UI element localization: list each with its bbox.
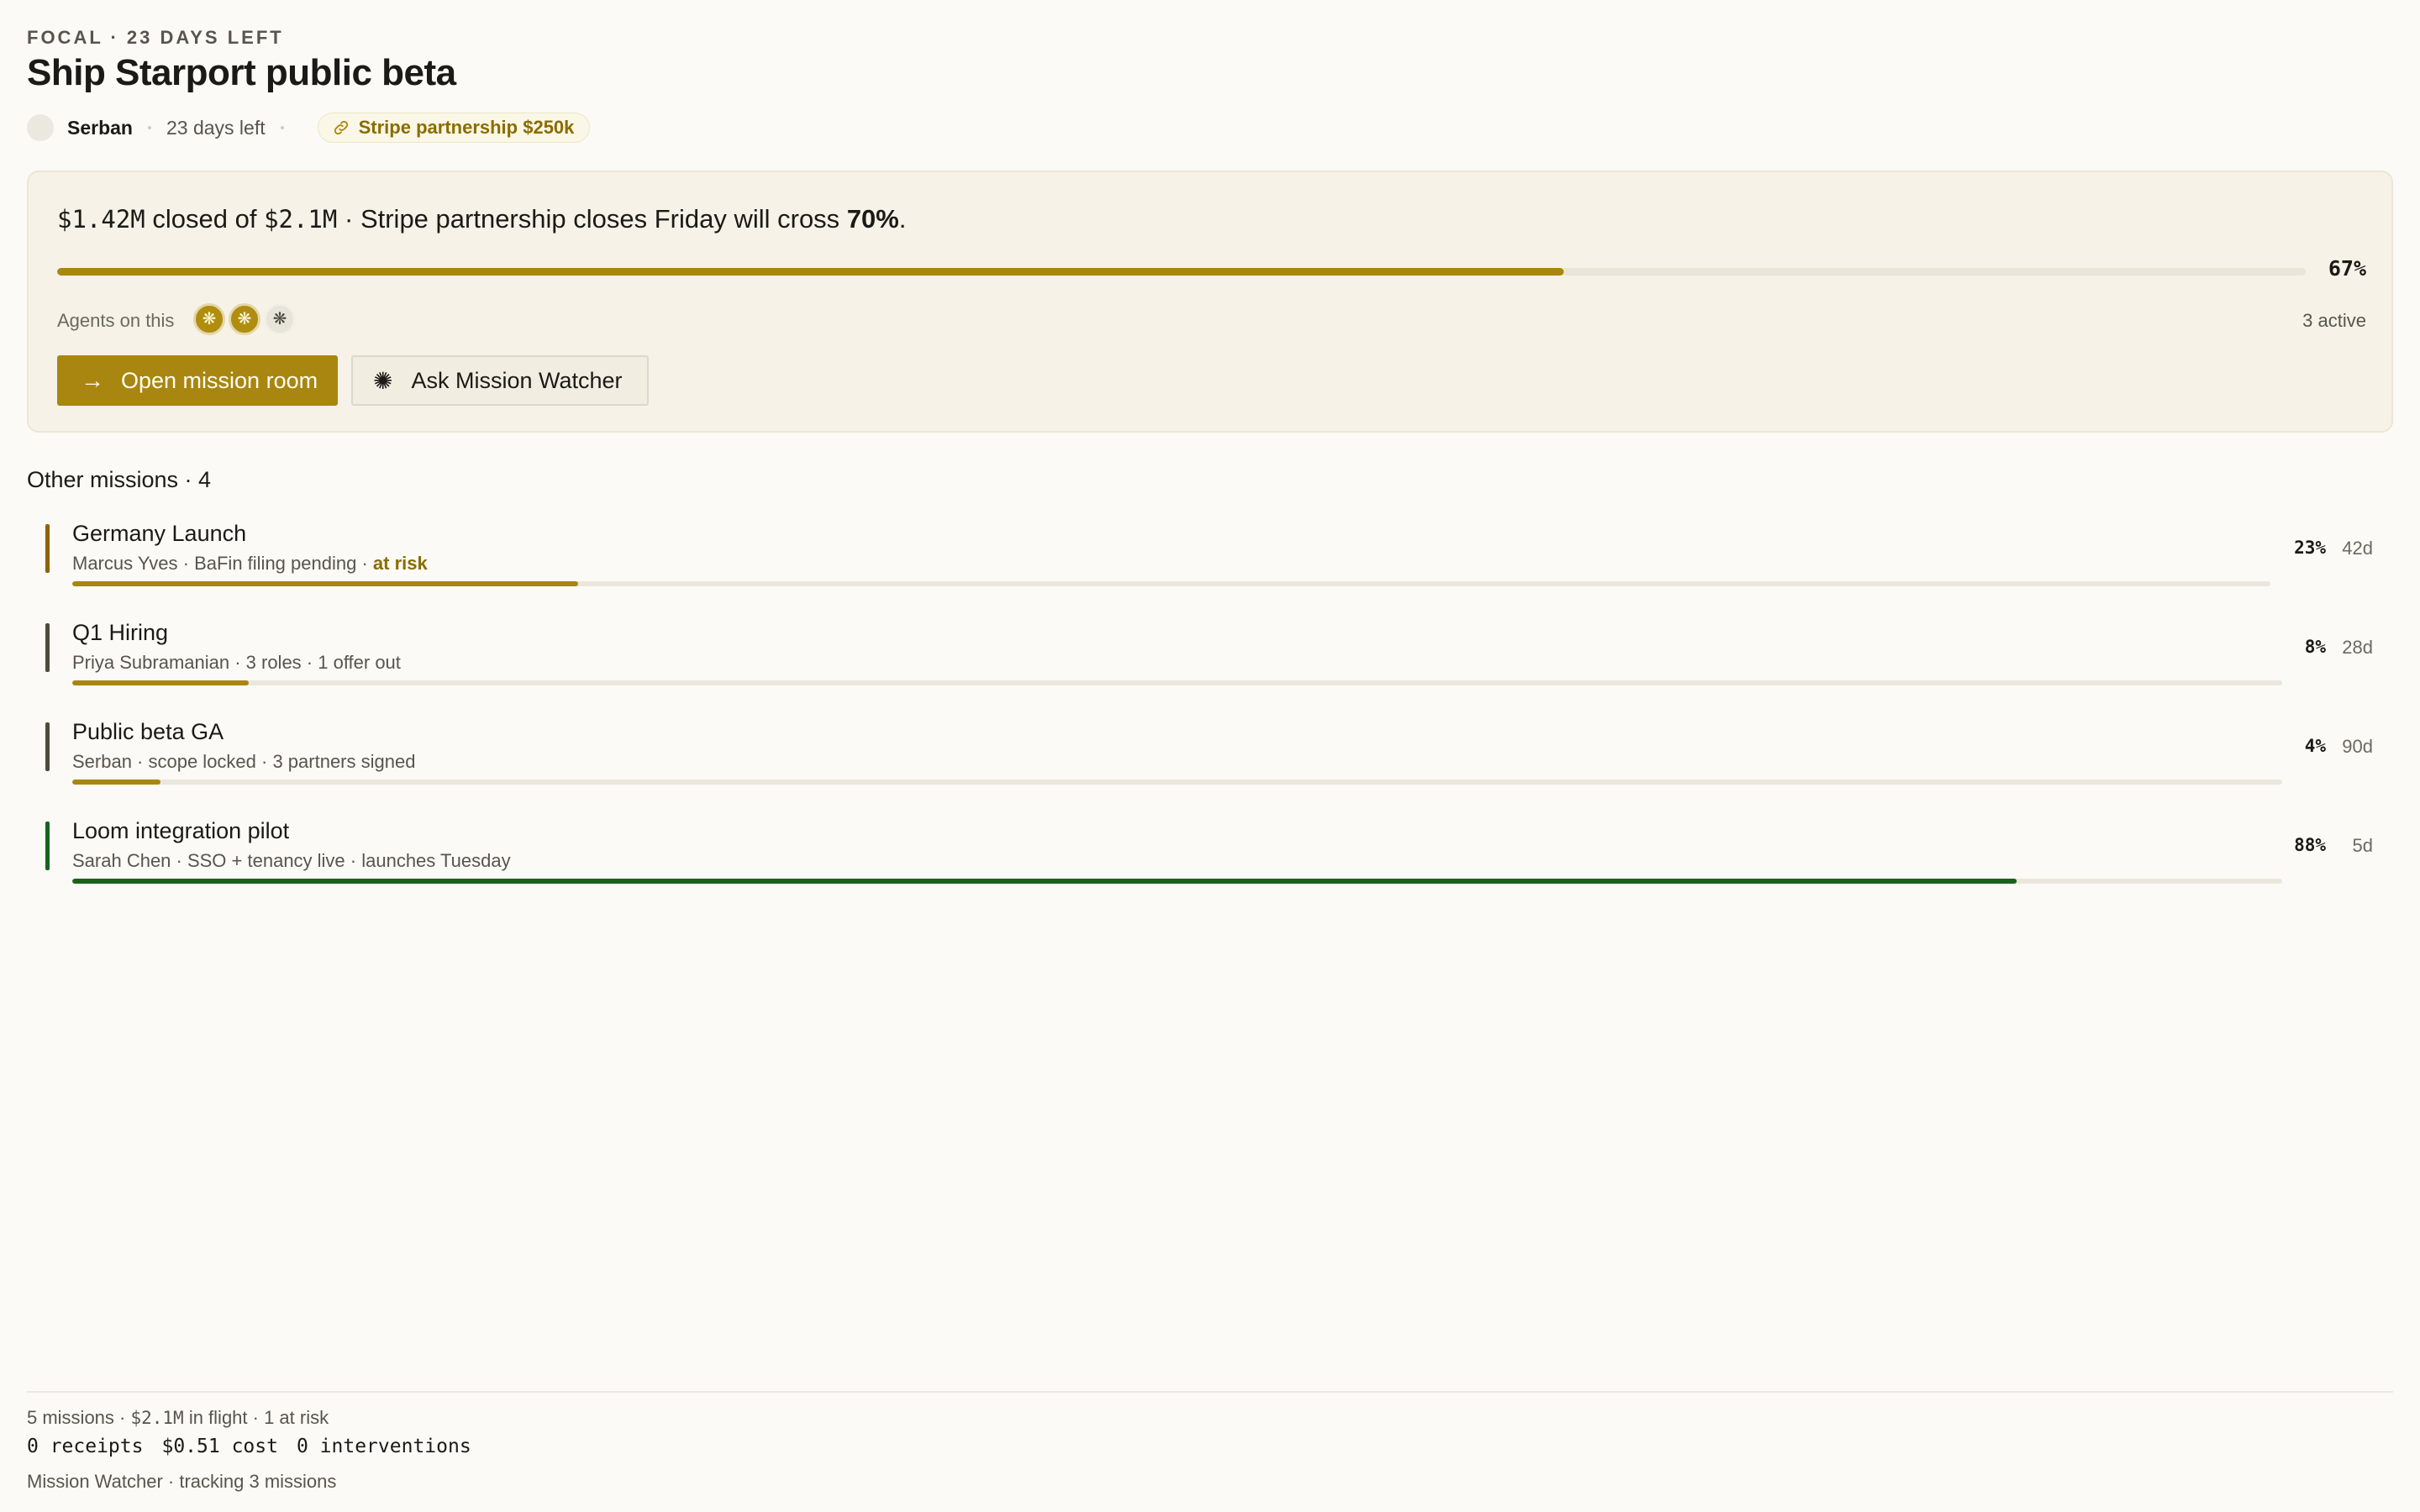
focal-progress-bar <box>57 268 2306 276</box>
receipts-count: 0 receipts <box>27 1436 144 1457</box>
arrow-right-icon: → <box>81 367 104 393</box>
agents-label: Agents on this <box>57 310 175 331</box>
target-amount: $2.1M <box>264 205 338 234</box>
meta-separator <box>280 126 284 129</box>
flower-icon: ❋ <box>272 310 287 328</box>
focal-progress-fill <box>57 268 1564 276</box>
focal-mission-card: $1.42M closed of $2.1M · Stripe partners… <box>27 171 2393 433</box>
mission-progress-fill <box>72 581 578 586</box>
other-missions-heading: Other missions · 4 <box>27 467 212 492</box>
mission-progress-bar <box>72 780 2282 785</box>
ask-mission-watcher-button[interactable]: ✺ Ask Mission Watcher <box>351 355 649 406</box>
mission-status-stripe <box>45 722 50 771</box>
footer-inflight-value: $2.1M <box>130 1408 184 1428</box>
mission-name: Q1 Hiring <box>72 620 169 645</box>
mission-subtitle: Priya Subramanian · 3 roles · 1 offer ou… <box>72 652 401 674</box>
closed-amount: $1.42M <box>57 205 145 234</box>
mission-progress-percent: 8% <box>2304 637 2326 657</box>
summary-end: . <box>898 204 907 234</box>
focal-summary: $1.42M closed of $2.1M · Stripe partners… <box>57 204 906 234</box>
footer-inflight-rest: in flight · 1 at risk <box>183 1407 329 1428</box>
meta-separator <box>147 126 151 129</box>
agent-avatar-2[interactable]: ❋ <box>229 303 260 335</box>
mission-progress-bar <box>72 680 2282 685</box>
mission-progress-percent: 4% <box>2304 736 2326 756</box>
mission-days-left: 90d <box>2342 736 2373 757</box>
avatar[interactable] <box>27 114 54 141</box>
mission-progress-percent: 88% <box>2294 835 2326 855</box>
mission-row[interactable]: Loom integration pilot Sarah Chen · SSO … <box>45 818 2373 884</box>
page-title: Ship Starport public beta <box>27 52 456 93</box>
agent-avatar-1[interactable]: ❋ <box>193 303 225 335</box>
active-agents-count: 3 active <box>2302 310 2366 331</box>
mission-days-left: 5d <box>2352 835 2373 856</box>
open-mission-room-label: Open mission room <box>121 367 318 393</box>
mission-subtitle: Sarah Chen · SSO + tenancy live · launch… <box>72 850 511 872</box>
link-icon <box>334 120 348 135</box>
mission-subtitle-text: Marcus Yves · BaFin filing pending · <box>72 553 373 574</box>
mission-subtitle-text: Sarah Chen · SSO + tenancy live · launch… <box>72 850 511 871</box>
mission-progress-bar <box>72 879 2282 884</box>
summary-cross: 70% <box>846 204 899 234</box>
mission-status-stripe <box>45 623 50 672</box>
mission-days-left: 42d <box>2342 538 2373 559</box>
agent-avatar-3[interactable]: ❋ <box>264 303 296 335</box>
mission-progress-bar <box>72 581 2270 586</box>
mission-days-left: 28d <box>2342 637 2373 658</box>
mission-progress-fill <box>72 879 2018 884</box>
agent-avatars: ❋ ❋ ❋ <box>193 303 296 335</box>
mission-watcher-status: Mission Watcher · tracking 3 missions <box>27 1471 337 1492</box>
mission-subtitle-text: Priya Subramanian · 3 roles · 1 offer ou… <box>72 652 401 673</box>
mission-row[interactable]: Germany Launch Marcus Yves · BaFin filin… <box>45 521 2373 586</box>
mission-name: Loom integration pilot <box>72 818 290 843</box>
owner-name[interactable]: Serban <box>67 117 133 139</box>
mission-subtitle: Marcus Yves · BaFin filing pending · at … <box>72 553 428 575</box>
focal-meta: Serban 23 days left Stripe partnership $… <box>27 113 591 143</box>
footer-divider <box>27 1391 2393 1393</box>
mission-status-stripe <box>45 524 50 573</box>
mission-progress-fill <box>72 680 250 685</box>
flower-icon: ✺ <box>373 367 393 394</box>
mission-progress-fill <box>72 780 161 785</box>
mission-subtitle-text: Serban · scope locked · 3 partners signe… <box>72 751 416 772</box>
mission-row[interactable]: Public beta GA Serban · scope locked · 3… <box>45 719 2373 785</box>
flower-icon: ❋ <box>202 310 217 328</box>
linked-deal-label: Stripe partnership $250k <box>358 117 575 138</box>
days-left: 23 days left <box>166 116 266 139</box>
open-mission-room-button[interactable]: → Open mission room <box>57 355 338 406</box>
summary-note: · Stripe partnership closes Friday will … <box>337 204 847 234</box>
mission-name: Germany Launch <box>72 521 247 546</box>
mission-subtitle: Serban · scope locked · 3 partners signe… <box>72 751 415 773</box>
mission-row[interactable]: Q1 Hiring Priya Subramanian · 3 roles · … <box>45 620 2373 685</box>
at-risk-badge: at risk <box>372 553 428 574</box>
focal-eyebrow: FOCAL · 23 DAYS LEFT <box>27 27 284 48</box>
interventions-count: 0 interventions <box>296 1436 471 1457</box>
flower-icon: ❋ <box>237 310 252 328</box>
summary-text: closed of <box>145 204 265 234</box>
mission-progress-percent: 23% <box>2294 538 2326 558</box>
footer-stats: 0 receipts $0.51 cost 0 interventions <box>27 1436 490 1457</box>
footer-summary: 5 missions · $2.1M in flight · 1 at risk <box>27 1407 329 1429</box>
ask-mission-watcher-label: Ask Mission Watcher <box>411 367 623 393</box>
cost-value: $0.51 cost <box>161 1436 278 1457</box>
focal-progress-percent: 67% <box>2328 256 2366 281</box>
linked-deal-chip[interactable]: Stripe partnership $250k <box>317 113 591 143</box>
mission-name: Public beta GA <box>72 719 224 744</box>
footer-missions: 5 missions · <box>27 1407 131 1428</box>
mission-status-stripe <box>45 822 50 870</box>
